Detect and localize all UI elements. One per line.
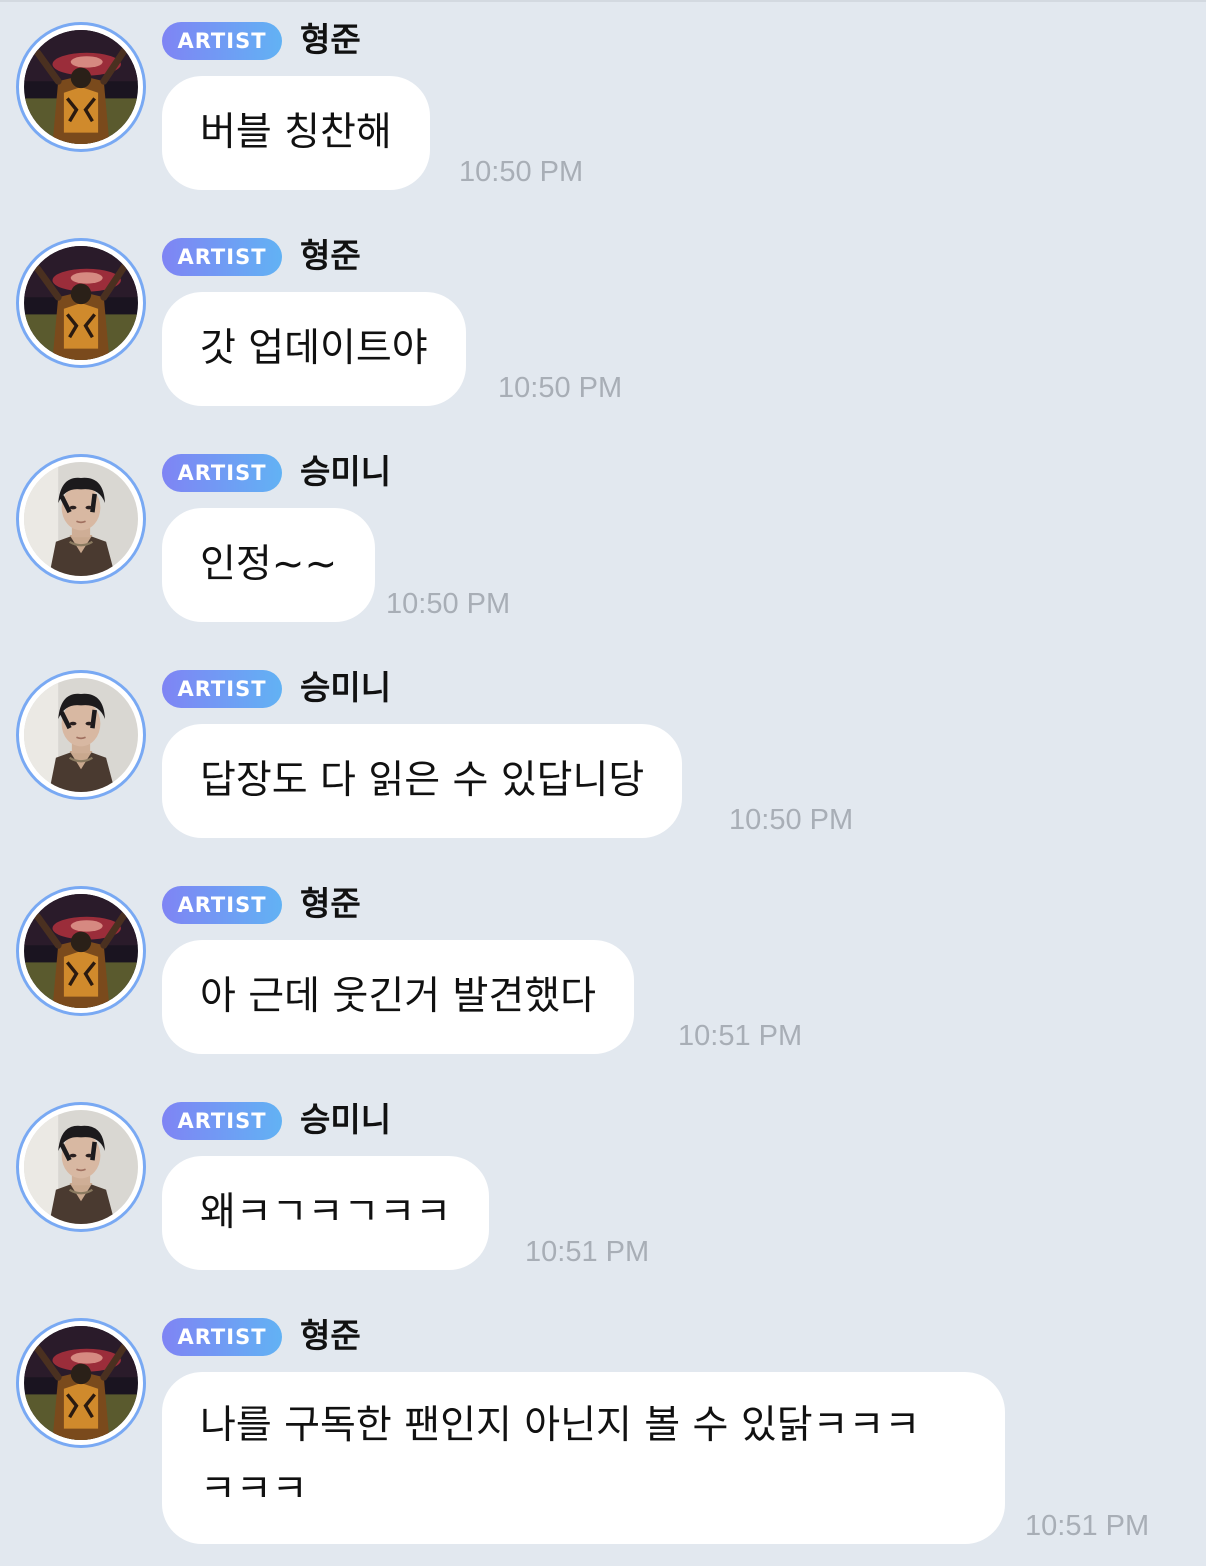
profile-photo (24, 678, 138, 792)
sender-name[interactable]: 형준 (300, 232, 361, 280)
message-timestamp: 10:51 PM (678, 1020, 803, 1052)
artist-badge: ARTIST (162, 238, 282, 276)
seungmin-avatar (24, 678, 138, 792)
hyungjun-avatar (24, 246, 138, 360)
sender-name[interactable]: 형준 (300, 1312, 361, 1360)
message-bubble[interactable]: 갓 업데이트야 (162, 292, 466, 406)
profile-photo (24, 894, 138, 1008)
message-item: ARTIST 승미니 답장도 다 읽은 수 있답니당 10:50 PM (0, 648, 1206, 848)
avatar[interactable] (16, 886, 146, 1016)
sender-name[interactable]: 승미니 (300, 448, 391, 496)
avatar[interactable] (16, 454, 146, 584)
message-item: ARTIST 형준 아 근데 웃긴거 발견했다 10:51 PM (0, 864, 1206, 1064)
avatar[interactable] (16, 670, 146, 800)
message-item: ARTIST 승미니 왜ㅋㄱㅋㄱㅋㅋ 10:51 PM (0, 1080, 1206, 1280)
profile-photo (24, 30, 138, 144)
artist-badge: ARTIST (162, 886, 282, 924)
avatar[interactable] (16, 238, 146, 368)
avatar[interactable] (16, 22, 146, 152)
sender-name[interactable]: 승미니 (300, 1096, 391, 1144)
hyungjun-avatar (24, 30, 138, 144)
message-timestamp: 10:50 PM (459, 156, 584, 188)
message-item: ARTIST 승미니 인정~~ 10:50 PM (0, 432, 1206, 632)
message-timestamp: 10:50 PM (729, 804, 854, 836)
message-line: ㅋㅋㅋ (200, 1467, 308, 1512)
message-bubble[interactable]: 버블 칭찬해 (162, 76, 430, 190)
message-bubble[interactable]: 아 근데 웃긴거 발견했다 (162, 940, 634, 1054)
profile-photo (24, 1110, 138, 1224)
sender-name[interactable]: 승미니 (300, 664, 391, 712)
seungmin-avatar (24, 1110, 138, 1224)
profile-photo (24, 462, 138, 576)
avatar[interactable] (16, 1318, 146, 1448)
message-timestamp: 10:51 PM (525, 1236, 650, 1268)
message-timestamp: 10:51 PM (1025, 1510, 1150, 1542)
artist-badge: ARTIST (162, 1318, 282, 1356)
sender-name[interactable]: 형준 (300, 16, 361, 64)
artist-badge: ARTIST (162, 22, 282, 60)
message-item: ARTIST 형준 갓 업데이트야 10:50 PM (0, 216, 1206, 416)
message-bubble[interactable]: 답장도 다 읽은 수 있답니당 (162, 724, 683, 838)
message-bubble[interactable]: 인정~~ (162, 508, 376, 622)
sender-name[interactable]: 형준 (300, 880, 361, 928)
artist-badge: ARTIST (162, 1102, 282, 1140)
message-bubble[interactable]: 나를 구독한 팬인지 아닌지 볼 수 있닭ㅋㅋㅋ ㅋㅋㅋ (162, 1372, 1005, 1544)
message-timestamp: 10:50 PM (498, 372, 623, 404)
seungmin-avatar (24, 462, 138, 576)
artist-badge: ARTIST (162, 454, 282, 492)
artist-badge: ARTIST (162, 670, 282, 708)
message-item: ARTIST 형준 버블 칭찬해 10:50 PM (0, 0, 1206, 200)
message-line: 나를 구독한 팬인지 아닌지 볼 수 있닭ㅋㅋㅋ (200, 1403, 921, 1448)
message-timestamp: 10:50 PM (386, 588, 511, 620)
hyungjun-avatar (24, 894, 138, 1008)
hyungjun-avatar (24, 1326, 138, 1440)
message-item: ARTIST 형준 나를 구독한 팬인지 아닌지 볼 수 있닭ㅋㅋㅋ ㅋㅋㅋ 1… (0, 1296, 1206, 1556)
profile-photo (24, 1326, 138, 1440)
message-bubble[interactable]: 왜ㅋㄱㅋㄱㅋㅋ (162, 1156, 490, 1270)
profile-photo (24, 246, 138, 360)
avatar[interactable] (16, 1102, 146, 1232)
